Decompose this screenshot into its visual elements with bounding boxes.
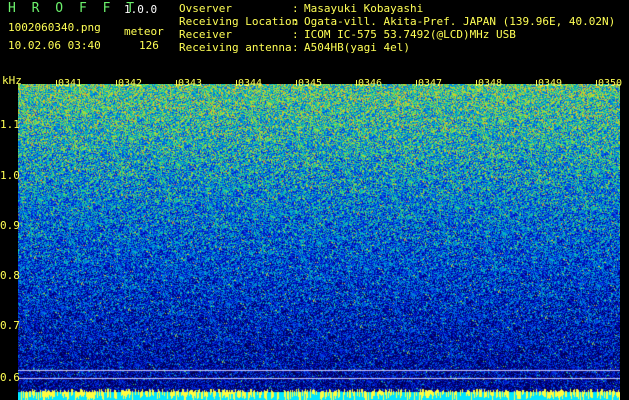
station-row-antenna: Receiving antenna : A504HB(yagi 4el) (179, 41, 615, 54)
y-tick-label: 0.6 (0, 371, 20, 384)
station-value: ICOM IC-575 53.7492(@LCD)MHz USB (304, 28, 516, 41)
x-tick-mark (356, 80, 357, 86)
station-sep: : (292, 28, 299, 41)
station-value: Masayuki Kobayashi (304, 2, 424, 15)
file-name: 1002060340.png (8, 21, 101, 34)
x-tick-label: 0343 (178, 78, 203, 89)
x-tick-mark (176, 80, 177, 86)
x-tick-label: 0345 (298, 78, 323, 89)
station-value: A504HB(yagi 4el) (304, 41, 410, 54)
x-tick-label: 0348 (478, 78, 503, 89)
station-row-receiver: Receiver : ICOM IC-575 53.7492(@LCD)MHz … (179, 28, 615, 41)
app-title: H R O F F T (8, 1, 139, 16)
x-tick-mark (596, 80, 597, 86)
file-datetime: 10.02.06 03:40 (8, 39, 101, 52)
station-label: Receiver (179, 28, 232, 41)
x-tick-mark (416, 80, 417, 86)
station-sep: : (292, 2, 299, 15)
station-label: Ovserver (179, 2, 232, 15)
y-tick-label: 0.7 (0, 319, 20, 332)
x-tick-label: 0350 (598, 78, 623, 89)
x-tick-label: 0342 (118, 78, 143, 89)
station-value: Ogata-vill. Akita-Pref. JAPAN (139.96E, … (304, 15, 616, 28)
y-tick-label: 1.0 (0, 169, 20, 182)
meteor-label: meteor (124, 25, 164, 38)
x-tick-label: 0346 (358, 78, 383, 89)
y-tick-label: 0.8 (0, 269, 20, 282)
y-tick-label: 1.1 (0, 118, 20, 131)
x-tick-mark (296, 80, 297, 86)
x-tick-mark (476, 80, 477, 86)
x-tick-label: 0341 (58, 78, 83, 89)
x-tick-mark (56, 80, 57, 86)
header-panel: H R O F F T 1.0.0 1002060340.png 10.02.0… (0, 0, 629, 87)
x-tick-label: 0344 (238, 78, 263, 89)
station-info: Ovserver : Masayuki Kobayashi Receiving … (179, 2, 615, 54)
station-row-location: Receiving Location : Ogata-vill. Akita-P… (179, 15, 615, 28)
hroft-viewer: { "app": {"name": "H R O F F T", "versio… (0, 0, 629, 400)
x-tick-label: 0347 (418, 78, 443, 89)
station-label: Receiving antenna (179, 41, 292, 54)
x-tick-mark (116, 80, 117, 86)
meteor-count: 126 (139, 39, 159, 52)
x-tick-mark (536, 80, 537, 86)
station-sep: : (292, 15, 299, 28)
x-tick-mark (236, 80, 237, 86)
station-label: Receiving Location (179, 15, 299, 28)
station-row-observer: Ovserver : Masayuki Kobayashi (179, 2, 615, 15)
spectrogram-canvas (18, 84, 620, 400)
app-version: 1.0.0 (124, 3, 158, 16)
y-tick-label: 0.9 (0, 219, 20, 232)
station-sep: : (292, 41, 299, 54)
x-tick-label: 0349 (538, 78, 563, 89)
